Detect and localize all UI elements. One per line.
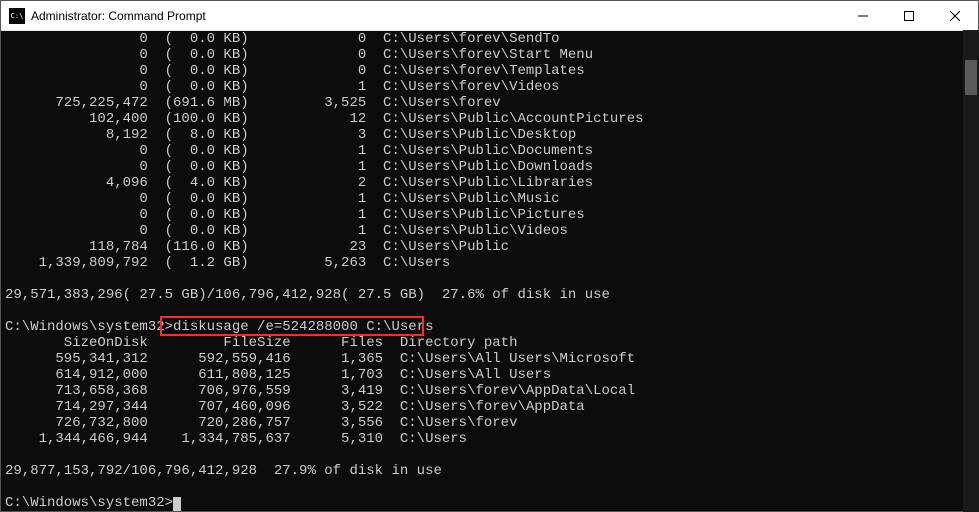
close-button[interactable] — [932, 1, 978, 30]
terminal-output[interactable]: 0 ( 0.0 KB) 0 C:\Users\forev\SendTo 0 ( … — [1, 31, 978, 511]
cmd-icon: C:\ — [9, 8, 25, 24]
window-controls — [840, 1, 978, 30]
cursor — [173, 497, 181, 511]
scrollbar-track[interactable] — [963, 30, 979, 512]
window-frame: C:\ Administrator: Command Prompt 0 ( 0.… — [0, 0, 979, 512]
scrollbar-thumb[interactable] — [965, 60, 977, 95]
maximize-icon — [904, 11, 914, 21]
close-icon — [950, 11, 960, 21]
titlebar[interactable]: C:\ Administrator: Command Prompt — [1, 1, 978, 31]
maximize-button[interactable] — [886, 1, 932, 30]
minimize-button[interactable] — [840, 1, 886, 30]
window-title: Administrator: Command Prompt — [31, 9, 840, 23]
minimize-icon — [858, 11, 868, 21]
